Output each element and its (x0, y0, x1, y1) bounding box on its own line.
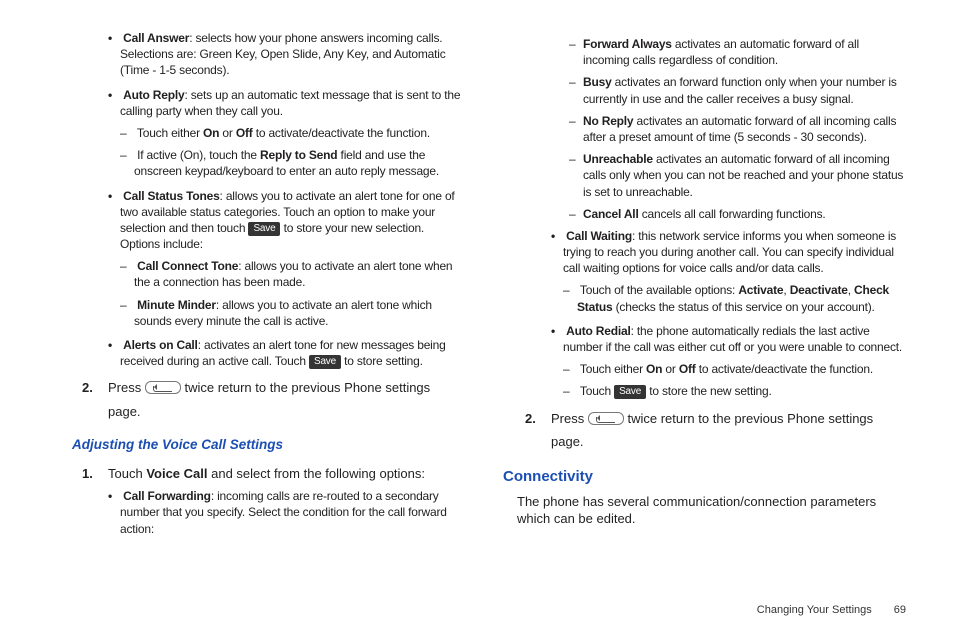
step-trail: page. (551, 433, 906, 451)
section-desc: The phone has several communication/conn… (517, 493, 906, 528)
call-fwd-bullet: Call Forwarding: incoming calls are re-r… (108, 488, 463, 537)
text: Minute Minder (137, 298, 216, 312)
list-item: Touch Save to store the new setting. (563, 383, 906, 399)
step-1-left: 1. Touch Voice Call and select from the … (82, 465, 463, 483)
step-2-right: 2. Press twice return to the previous Ph… (525, 410, 906, 428)
text: Reply to Send (260, 148, 337, 162)
page-container: Call Answer: selects how your phone answ… (0, 0, 954, 569)
back-key-icon (588, 412, 624, 425)
text: Forward Always (583, 37, 672, 51)
text: twice return to the previous Phone setti… (627, 411, 873, 426)
bullet-call-status-tones: Call Status Tones: allows you to activat… (108, 188, 463, 330)
list-item: Minute Minder: allows you to activate an… (120, 297, 463, 329)
bullet-call-waiting: Call Waiting: this network service infor… (551, 228, 906, 315)
text: Deactivate (790, 283, 848, 297)
auto-reply-sublist: Touch either On or Off to activate/deact… (120, 125, 463, 180)
page-footer: Changing Your Settings 69 (757, 603, 906, 618)
text: Press (108, 380, 145, 395)
text: twice return to the previous Phone setti… (184, 380, 430, 395)
text: Cancel All (583, 207, 639, 221)
fwd-sublist: Forward Always activates an automatic fo… (569, 36, 906, 222)
step-body: Touch Voice Call and select from the fol… (108, 465, 463, 483)
term-label: Call Forwarding (123, 489, 211, 503)
text: or (219, 126, 236, 140)
text: Activate (738, 283, 783, 297)
status-tones-sublist: Call Connect Tone: allows you to activat… (120, 258, 463, 329)
list-item: If active (On), touch the Reply to Send … (120, 147, 463, 179)
term-label: Call Waiting (566, 229, 632, 243)
term-label: Call Answer (123, 31, 189, 45)
autoredial-sublist: Touch either On or Off to activate/deact… (563, 361, 906, 399)
footer-title: Changing Your Settings (757, 603, 872, 618)
step-number: 2. (82, 379, 108, 397)
step-body: Press twice return to the previous Phone… (108, 379, 463, 397)
text: Press (551, 411, 588, 426)
section-heading-connectivity: Connectivity (503, 467, 906, 487)
step-2-left: 2. Press twice return to the previous Ph… (82, 379, 463, 397)
term-label: Auto Reply (123, 88, 184, 102)
text: or (662, 362, 679, 376)
list-item: Unreachable activates an automatic forwa… (569, 151, 906, 200)
term-label: Auto Redial (566, 324, 630, 338)
text: (checks the status of this service on yo… (612, 300, 874, 314)
text: On (646, 362, 662, 376)
text: Busy (583, 75, 612, 89)
text: to store the new setting. (649, 384, 771, 398)
step-body: Press twice return to the previous Phone… (551, 410, 906, 428)
list-item: Touch of the available options: Activate… (563, 282, 906, 314)
text: Touch either (137, 126, 203, 140)
text: No Reply (583, 114, 633, 128)
bullet-auto-redial: Auto Redial: the phone automatically red… (551, 323, 906, 400)
right-bullet-list: Call Waiting: this network service infor… (551, 228, 906, 400)
text: Voice Call (146, 466, 207, 481)
text: Touch (580, 384, 614, 398)
list-item: Cancel All cancels all call forwarding f… (569, 206, 906, 222)
text: Off (236, 126, 253, 140)
list-item: Busy activates an forward function only … (569, 74, 906, 106)
back-key-icon (145, 381, 181, 394)
text: Touch (108, 466, 146, 481)
text: to activate/deactivate the function. (253, 126, 430, 140)
text: Touch either (580, 362, 646, 376)
subheading-adjust-voice: Adjusting the Voice Call Settings (72, 436, 463, 454)
left-column: Call Answer: selects how your phone answ… (60, 30, 463, 545)
bullet-auto-reply: Auto Reply: sets up an automatic text me… (108, 87, 463, 180)
term-label: Alerts on Call (123, 338, 198, 352)
step-number: 2. (525, 410, 551, 428)
right-column: Forward Always activates an automatic fo… (503, 30, 906, 545)
save-button-icon: Save (614, 385, 646, 399)
text: and select from the following options: (208, 466, 426, 481)
text: to activate/deactivate the function. (696, 362, 873, 376)
list-item: Touch either On or Off to activate/deact… (563, 361, 906, 377)
page-number: 69 (894, 603, 906, 618)
text: Call Connect Tone (137, 259, 238, 273)
list-item: Touch either On or Off to activate/deact… (120, 125, 463, 141)
text: activates an forward function only when … (583, 75, 897, 105)
text: Off (679, 362, 696, 376)
text: Unreachable (583, 152, 653, 166)
save-button-icon: Save (309, 355, 341, 369)
bullet-call-forwarding: Call Forwarding: incoming calls are re-r… (108, 488, 463, 537)
list-item: Forward Always activates an automatic fo… (569, 36, 906, 68)
bullet-alerts-on-call: Alerts on Call: activates an alert tone … (108, 337, 463, 369)
left-bullet-list: Call Answer: selects how your phone answ… (108, 30, 463, 369)
text: cancels all call forwarding functions. (639, 207, 826, 221)
callwait-sublist: Touch of the available options: Activate… (563, 282, 906, 314)
text: Touch of the available options: (580, 283, 738, 297)
term-desc: to store setting. (344, 354, 423, 368)
bullet-call-answer: Call Answer: selects how your phone answ… (108, 30, 463, 79)
text: On (203, 126, 219, 140)
step-number: 1. (82, 465, 108, 483)
save-button-icon: Save (248, 222, 280, 236)
term-label: Call Status Tones (123, 189, 219, 203)
text: If active (On), touch the (137, 148, 260, 162)
step-trail: page. (108, 403, 463, 421)
list-item: Call Connect Tone: allows you to activat… (120, 258, 463, 290)
list-item: No Reply activates an automatic forward … (569, 113, 906, 145)
